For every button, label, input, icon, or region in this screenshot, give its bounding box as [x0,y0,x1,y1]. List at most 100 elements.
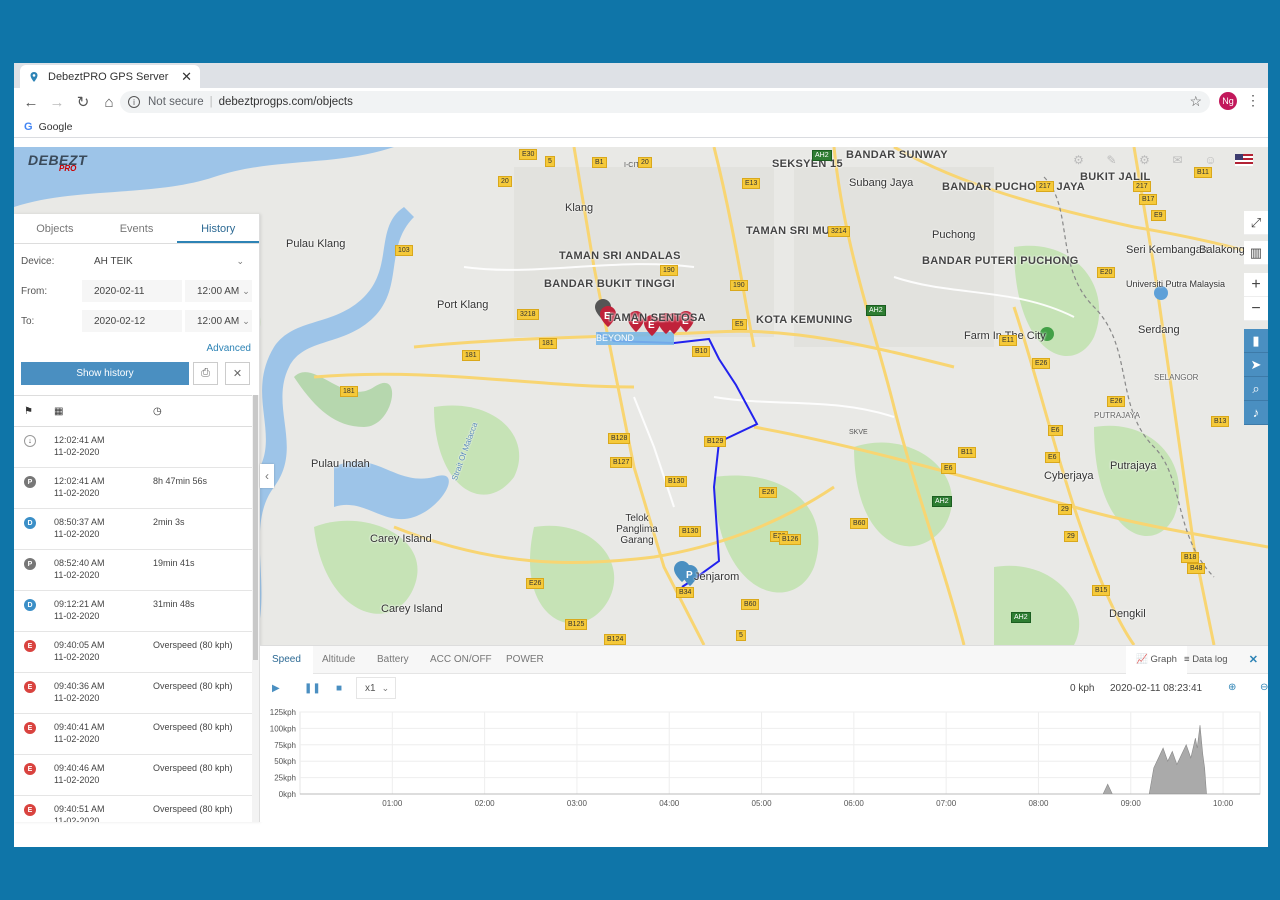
close-graph-icon[interactable]: ✕ [1249,653,1258,666]
tab-power[interactable]: POWER [494,646,556,674]
to-label: To: [21,315,35,327]
road-shield: B125 [565,619,588,630]
device-select[interactable]: AH TEIK ⌄ [82,250,252,272]
event-row[interactable]: E 09:40:41 AM 11-02-2020 Overspeed (80 kph) [14,714,252,755]
browser-tab[interactable]: DebeztPRO GPS Server ✕ [20,65,200,88]
clear-history-button[interactable]: ✕ [225,362,250,385]
chart-icon: 📈 [1136,654,1148,665]
event-row[interactable]: E 09:40:36 AM 11-02-2020 Overspeed (80 kph) [14,673,252,714]
event-row[interactable]: P 08:52:40 AM 11-02-2020 19min 41s [14,550,252,591]
speed-chart[interactable]: 125kph 100kph 75kph 50kph 25kph 0kph 01:00 02:0… [260,704,1268,821]
to-date-input[interactable]: 2020-02-12 [82,310,182,332]
top-toolbar: ⚙ ✎ ⚙ ✉ ☺ [1062,149,1260,171]
left-panel: Objects Events History Device: AH TEIK ⌄… [14,214,274,822]
from-date-input[interactable]: 2020-02-11 [82,280,182,302]
menu-kebab-icon[interactable]: ⋮ [1246,92,1260,109]
event-row[interactable]: P 12:02:41 AM 11-02-2020 8h 47min 56s [14,468,252,509]
map-place-label: KOTA KEMUNING [756,314,853,326]
navigation-icon[interactable]: ➤ [1244,353,1268,377]
reload-icon[interactable]: ↻ [70,89,96,115]
profile-avatar[interactable]: Ng [1219,92,1237,110]
bookmark-google[interactable]: Google [39,121,73,133]
event-date: 11-02-2020 [54,529,100,539]
advanced-link[interactable]: Advanced [207,343,251,354]
playback-speed-select[interactable]: x1 ⌄ [356,677,396,699]
x-tick-label: 09:00 [1121,799,1142,808]
road-shield: 5 [545,156,555,167]
gear-icon[interactable]: ⚙ [1128,149,1161,171]
to-time-select[interactable]: 12:00 AM ⌄ [185,310,252,332]
tab-objects[interactable]: Objects [14,214,96,243]
event-row[interactable]: E 09:40:51 AM 11-02-2020 Overspeed (80 kph) [14,796,252,822]
chat-icon[interactable]: ✉ [1161,149,1194,171]
zoom-in-button[interactable]: + [1244,273,1268,297]
event-row[interactable]: E 09:40:05 AM 11-02-2020 Overspeed (80 kph) [14,632,252,673]
back-arrow-icon[interactable]: ← [18,89,44,115]
map-place-label: Telok Panglima Garang [616,513,658,546]
play-icon[interactable]: ▶ [272,683,280,694]
event-type-badge: D [24,517,36,529]
gps-app: E E E E P SEKSYEN 15 BANDAR SUNWAY Suban… [14,147,1268,847]
event-type-badge: E [24,640,36,652]
event-row[interactable]: E 09:40:46 AM 11-02-2020 Overspeed (80 kph) [14,755,252,796]
show-history-button[interactable]: Show history [21,362,189,385]
tab-altitude[interactable]: Altitude [310,646,367,674]
road-shield: E6 [941,463,956,474]
close-tab-icon[interactable]: ✕ [181,69,192,85]
us-flag-icon [1234,154,1253,166]
graph-view-button[interactable]: 📈 Graph [1126,646,1187,674]
road-shield: B128 [608,433,631,444]
traffic-icon[interactable]: ▮ [1244,329,1268,353]
zoom-out-button[interactable]: − [1244,297,1268,321]
road-shield: B60 [741,599,760,610]
stop-icon[interactable]: ■ [336,683,342,694]
event-date: 11-02-2020 [54,734,100,744]
x-tick-label: 04:00 [659,799,680,808]
map-place-label: TAMAN SENTOSA [607,312,706,324]
home-icon[interactable]: ⌂ [96,89,122,115]
clock-icon: ◷ [153,405,162,417]
zoom-in-graph-icon[interactable]: ⊕ [1228,682,1236,693]
tab-speed[interactable]: Speed [260,646,313,674]
settings-cogs-icon[interactable]: ⚙ [1062,149,1095,171]
fullscreen-icon[interactable]: ⤢ [1244,211,1268,235]
map-layers-icon[interactable]: ▥ [1244,241,1268,265]
collapse-panel-button[interactable]: ‹ [260,464,274,488]
datalog-view-button[interactable]: ≡ Data log [1184,646,1228,674]
browser-window: DebeztPRO GPS Server ✕ ← → ↻ ⌂ i Not sec… [14,63,1268,847]
road-shield: E13 [742,178,761,189]
language-flag[interactable] [1227,149,1260,171]
address-bar[interactable]: i Not secure | debeztprogps.com/objects … [120,91,1210,113]
export-icon[interactable]: ⎙ [193,362,218,385]
user-icon[interactable]: ☺ [1194,149,1227,171]
tab-events[interactable]: Events [96,214,178,243]
bookmark-star-icon[interactable]: ☆ [1189,93,1202,110]
map-place-label: Cyberjaya [1044,470,1094,482]
event-row[interactable]: D 08:50:37 AM 11-02-2020 2min 3s [14,509,252,550]
event-date: 11-02-2020 [54,447,100,457]
road-shield: 181 [539,338,557,349]
tools-icon[interactable]: ✎ [1095,149,1128,171]
tab-battery[interactable]: Battery [365,646,421,674]
bell-icon[interactable]: ♪ [1244,401,1268,425]
pause-icon[interactable]: ❚❚ [304,683,321,694]
scrollbar-thumb[interactable] [253,395,258,660]
road-shield: 20 [638,157,652,168]
forward-arrow-icon[interactable]: → [44,89,70,115]
y-tick-label: 0kph [279,790,296,799]
search-location-icon[interactable]: ⌕ [1244,377,1268,401]
url-text[interactable]: debeztprogps.com/objects [219,96,353,108]
x-tick-label: 02:00 [475,799,496,808]
zoom-out-graph-icon[interactable]: ⊖ [1260,682,1268,693]
event-type-badge: D [24,599,36,611]
app-logo[interactable]: DEBEZT PRO [14,147,124,173]
event-type-badge: P [24,558,36,570]
event-time: 12:02:41 AM [54,435,105,445]
tab-acc[interactable]: ACC ON/OFF [418,646,504,674]
info-icon[interactable]: i [128,96,140,108]
from-time-select[interactable]: 12:00 AM ⌄ [185,280,252,302]
event-row[interactable]: ↓ 12:02:41 AM 11-02-2020 [14,427,252,468]
event-row[interactable]: D 09:12:21 AM 11-02-2020 31min 48s [14,591,252,632]
road-shield: 217 [1036,181,1054,192]
tab-history[interactable]: History [177,214,260,243]
